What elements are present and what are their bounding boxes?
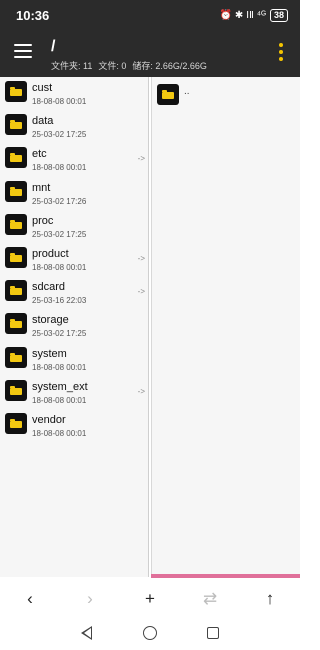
left-file-pane[interactable]: cust 18-08-08 00:01 data 25-03-02 17:25 etc 1…	[0, 77, 149, 577]
folder-icon	[5, 180, 27, 202]
nav-recents-icon[interactable]	[207, 627, 219, 639]
symlink-arrow: ->	[137, 287, 145, 297]
more-options-icon[interactable]	[278, 43, 284, 61]
nav-back-icon[interactable]	[81, 626, 92, 640]
storage-info: 储存: 2.66G/2.66G	[132, 61, 207, 71]
menu-icon[interactable]	[14, 44, 32, 58]
file-date: 25-03-02 17:25	[32, 329, 87, 339]
file-name: mnt	[32, 181, 51, 194]
file-date: 18-08-08 00:01	[32, 163, 87, 173]
file-row[interactable]: sdcard 25-03-16 22:03 ->	[0, 276, 148, 309]
file-row[interactable]: system 18-08-08 00:01	[0, 343, 148, 376]
file-date: 18-08-08 00:01	[32, 362, 87, 372]
right-file-pane[interactable]: ..	[151, 77, 300, 577]
file-row[interactable]: data 25-03-02 17:25	[0, 110, 148, 143]
folder-icon	[5, 147, 27, 169]
folder-icon	[5, 213, 27, 235]
file-name: product	[32, 247, 69, 260]
nav-home-icon[interactable]	[143, 626, 157, 640]
file-count: 文件: 0	[98, 61, 127, 71]
folder-icon	[5, 81, 27, 102]
file-name: proc	[32, 214, 54, 227]
file-row[interactable]: product 18-08-08 00:01 ->	[0, 243, 148, 276]
back-button[interactable]: ‹	[18, 588, 42, 610]
file-name: cust	[32, 82, 53, 94]
folder-icon	[5, 412, 27, 434]
status-icons: ⏰ ✱ ⅠⅡ ⁴ᴳ 38	[220, 9, 288, 22]
parent-directory-row[interactable]: ..	[152, 81, 300, 111]
file-name: storage	[32, 314, 69, 327]
file-date: 18-08-08 00:01	[32, 97, 87, 106]
file-date: 25-03-16 22:03	[32, 296, 87, 306]
battery-icon: 38	[269, 9, 288, 22]
file-row[interactable]: system_ext 18-08-08 00:01 ->	[0, 376, 148, 409]
file-name: data	[32, 115, 54, 128]
file-row[interactable]: cust 18-08-08 00:01	[0, 77, 148, 110]
add-button[interactable]: +	[138, 588, 162, 610]
file-name: sdcard	[32, 281, 66, 294]
file-date: 25-03-02 17:25	[32, 229, 87, 239]
symlink-arrow: ->	[137, 253, 145, 263]
file-date: 25-03-02 17:26	[32, 196, 87, 206]
up-directory-button[interactable]: ↑	[258, 588, 282, 610]
folder-count: 文件夹: 11	[51, 61, 93, 71]
symlink-arrow: ->	[137, 154, 145, 164]
file-name: vendor	[32, 413, 66, 426]
folder-icon	[5, 114, 27, 136]
parent-directory-label: ..	[184, 86, 190, 97]
system-navigation-bar	[0, 618, 300, 650]
folder-icon	[5, 313, 27, 335]
bottom-toolbar: ‹ › + ⇄ ↑	[0, 580, 300, 618]
file-date: 18-08-08 00:01	[32, 262, 87, 272]
folder-icon	[157, 84, 179, 105]
file-row[interactable]: mnt 25-03-02 17:26	[0, 177, 148, 210]
swap-panes-button[interactable]: ⇄	[198, 588, 222, 610]
file-row[interactable]: etc 18-08-08 00:01 ->	[0, 143, 148, 176]
file-date: 25-03-02 17:25	[32, 130, 87, 140]
active-pane-indicator	[151, 574, 300, 578]
file-row[interactable]: proc 25-03-02 17:25	[0, 210, 148, 243]
folder-icon	[5, 379, 27, 401]
file-date: 18-08-08 00:01	[32, 395, 87, 405]
folder-icon	[5, 280, 27, 302]
file-name: etc	[32, 148, 47, 161]
file-name: system	[32, 347, 67, 360]
folder-info: 文件夹: 11 文件: 0 储存: 2.66G/2.66G	[51, 59, 207, 72]
file-date: 18-08-08 00:01	[32, 428, 87, 438]
status-time: 10:36	[16, 8, 50, 23]
file-row[interactable]: vendor 18-08-08 00:01	[0, 409, 148, 442]
status-bar: 10:36 ⏰ ✱ ⅠⅡ ⁴ᴳ 38	[0, 0, 300, 30]
forward-button[interactable]: ›	[78, 588, 102, 610]
symlink-arrow: ->	[137, 386, 145, 396]
app-header: / 文件夹: 11 文件: 0 储存: 2.66G/2.66G	[0, 30, 300, 77]
folder-icon	[5, 346, 27, 368]
folder-icon	[5, 246, 27, 268]
file-name: system_ext	[32, 380, 88, 393]
current-path: /	[51, 38, 56, 55]
file-row[interactable]: storage 25-03-02 17:25	[0, 309, 148, 342]
status-glyphs: ⏰ ✱ ⅠⅡ ⁴ᴳ	[219, 9, 266, 21]
